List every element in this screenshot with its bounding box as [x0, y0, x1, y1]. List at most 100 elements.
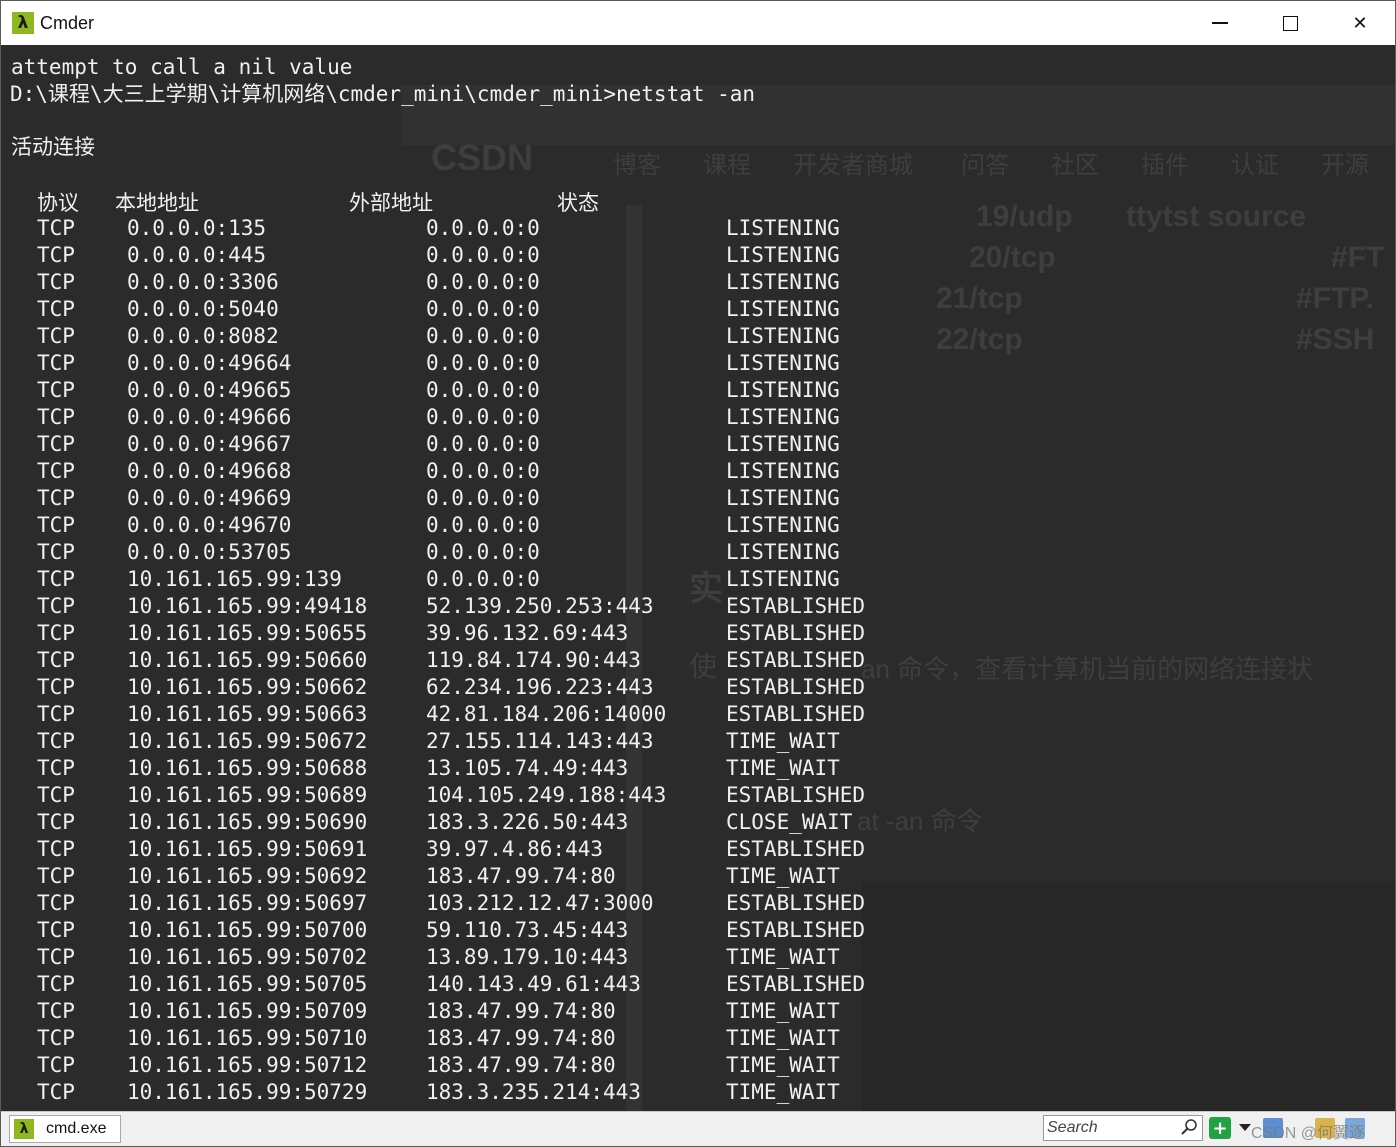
row-foreign-address: 0.0.0.0:0	[426, 432, 540, 456]
row-local-address: 0.0.0.0:49669	[127, 486, 292, 510]
row-foreign-address: 183.3.226.50:443	[426, 810, 629, 834]
row-protocol: TCP	[37, 729, 75, 753]
row-local-address: 10.161.165.99:50697	[127, 891, 368, 915]
command-prompt-line: D:\课程\大三上学期\计算机网络\cmder_mini\cmder_mini>…	[10, 82, 756, 106]
row-state: LISTENING	[726, 351, 840, 375]
row-local-address: 0.0.0.0:135	[127, 216, 267, 240]
row-protocol: TCP	[37, 918, 75, 942]
row-state: TIME_WAIT	[726, 1026, 840, 1050]
row-protocol: TCP	[37, 486, 75, 510]
search-input[interactable]	[1044, 1116, 1179, 1140]
row-foreign-address: 27.155.114.143:443	[426, 729, 654, 753]
ghost-port-note-0: ttytst source	[1126, 200, 1307, 233]
ghost-port-2: 21/tcp	[936, 282, 1023, 315]
row-foreign-address: 0.0.0.0:0	[426, 459, 540, 483]
row-protocol: TCP	[37, 783, 75, 807]
row-local-address: 10.161.165.99:50705	[127, 972, 368, 996]
row-protocol: TCP	[37, 1053, 75, 1077]
ghost-port-0: 19/udp	[976, 200, 1073, 233]
row-protocol: TCP	[37, 567, 75, 591]
row-protocol: TCP	[37, 297, 75, 321]
row-state: LISTENING	[726, 405, 840, 429]
row-protocol: TCP	[37, 1080, 75, 1104]
row-foreign-address: 62.234.196.223:443	[426, 675, 654, 699]
row-state: LISTENING	[726, 270, 840, 294]
row-local-address: 0.0.0.0:49665	[127, 378, 292, 402]
row-foreign-address: 0.0.0.0:0	[426, 351, 540, 375]
row-protocol: TCP	[37, 810, 75, 834]
row-state: LISTENING	[726, 459, 840, 483]
row-foreign-address: 39.97.4.86:443	[426, 837, 604, 861]
row-local-address: 10.161.165.99:50660	[127, 648, 368, 672]
ghost-nav-1: 课程	[703, 152, 751, 179]
console-tab[interactable]: λ cmd.exe	[9, 1115, 121, 1143]
row-local-address: 10.161.165.99:50710	[127, 1026, 368, 1050]
row-local-address: 0.0.0.0:49664	[127, 351, 292, 375]
row-state: TIME_WAIT	[726, 756, 840, 780]
row-foreign-address: 0.0.0.0:0	[426, 243, 540, 267]
row-local-address: 0.0.0.0:49666	[127, 405, 292, 429]
ghost-misc-1: 使	[689, 651, 718, 682]
row-state: TIME_WAIT	[726, 729, 840, 753]
row-state: LISTENING	[726, 243, 840, 267]
row-state: TIME_WAIT	[726, 999, 840, 1023]
row-protocol: TCP	[37, 432, 75, 456]
maximize-button[interactable]	[1255, 1, 1325, 45]
minimize-button[interactable]	[1185, 1, 1255, 45]
row-protocol: TCP	[37, 1026, 75, 1050]
row-state: ESTABLISHED	[726, 972, 866, 996]
row-local-address: 10.161.165.99:50688	[127, 756, 368, 780]
row-protocol: TCP	[37, 945, 75, 969]
row-local-address: 0.0.0.0:49670	[127, 513, 292, 537]
ghost-nav-5: 插件	[1141, 152, 1189, 179]
row-foreign-address: 119.84.174.90:443	[426, 648, 641, 672]
row-local-address: 0.0.0.0:49667	[127, 432, 292, 456]
row-foreign-address: 104.105.249.188:443	[426, 783, 667, 807]
row-state: ESTABLISHED	[726, 918, 866, 942]
row-state: ESTABLISHED	[726, 891, 866, 915]
row-foreign-address: 140.143.49.61:443	[426, 972, 641, 996]
row-state: LISTENING	[726, 297, 840, 321]
title-bar[interactable]: λ Cmder ✕	[1, 1, 1395, 45]
minimize-icon	[1212, 22, 1228, 24]
close-button[interactable]: ✕	[1325, 1, 1395, 45]
row-foreign-address: 0.0.0.0:0	[426, 378, 540, 402]
row-state: TIME_WAIT	[726, 945, 840, 969]
row-protocol: TCP	[37, 378, 75, 402]
ghost-nav-0: 博客	[613, 152, 661, 179]
ghost-nav-4: 社区	[1051, 152, 1099, 179]
new-console-button[interactable]: +	[1209, 1117, 1231, 1139]
tab-label: cmd.exe	[46, 1120, 107, 1137]
row-local-address: 10.161.165.99:50663	[127, 702, 368, 726]
row-local-address: 10.161.165.99:50700	[127, 918, 368, 942]
row-local-address: 10.161.165.99:50655	[127, 621, 368, 645]
row-protocol: TCP	[37, 243, 75, 267]
window-title: Cmder	[40, 12, 95, 33]
plus-icon: +	[1212, 1117, 1228, 1139]
row-foreign-address: 0.0.0.0:0	[426, 567, 540, 591]
row-local-address: 10.161.165.99:50672	[127, 729, 368, 753]
chevron-down-icon[interactable]	[1239, 1124, 1251, 1131]
row-foreign-address: 0.0.0.0:0	[426, 513, 540, 537]
row-foreign-address: 59.110.73.45:443	[426, 918, 629, 942]
search-icon[interactable]	[1180, 1118, 1198, 1136]
row-foreign-address: 183.3.235.214:443	[426, 1080, 641, 1104]
row-state: LISTENING	[726, 513, 840, 537]
close-icon: ✕	[1352, 12, 1368, 34]
row-foreign-address: 183.47.99.74:80	[426, 864, 616, 888]
row-state: LISTENING	[726, 324, 840, 348]
row-foreign-address: 13.89.179.10:443	[426, 945, 629, 969]
row-foreign-address: 13.105.74.49:443	[426, 756, 629, 780]
row-state: TIME_WAIT	[726, 1053, 840, 1077]
row-foreign-address: 183.47.99.74:80	[426, 1026, 616, 1050]
row-local-address: 10.161.165.99:139	[127, 567, 342, 591]
row-foreign-address: 42.81.184.206:14000	[426, 702, 667, 726]
row-protocol: TCP	[37, 351, 75, 375]
row-protocol: TCP	[37, 459, 75, 483]
search-field[interactable]	[1043, 1115, 1203, 1141]
terminal-console[interactable]: CSDN 博客 课程 开发者商城 问答 社区 插件 认证 开源 19/udp 2…	[1, 45, 1395, 1114]
lambda-icon: λ	[12, 12, 34, 34]
row-local-address: 0.0.0.0:3306	[127, 270, 279, 294]
row-protocol: TCP	[37, 216, 75, 240]
ghost-port-note-3: #SSH	[1296, 323, 1375, 356]
